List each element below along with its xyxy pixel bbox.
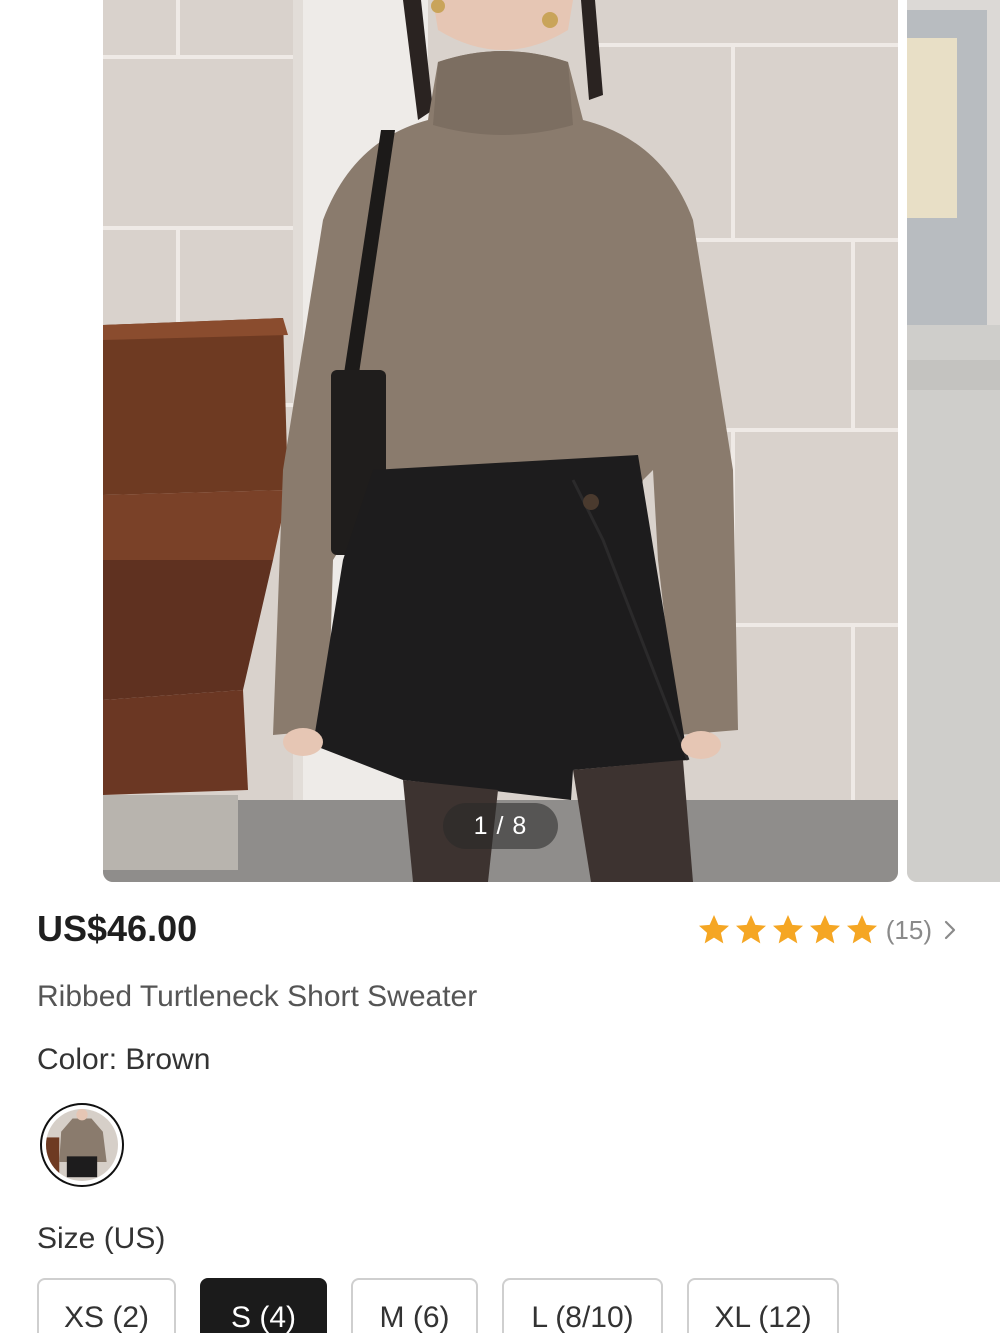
- size-option-l[interactable]: L (8/10): [502, 1278, 663, 1333]
- size-selector-label: Size (US): [37, 1222, 166, 1255]
- color-label-text: Color:: [37, 1043, 118, 1076]
- product-image-gallery[interactable]: 1 / 8: [0, 0, 1000, 882]
- color-swatch-thumbnail: [46, 1109, 118, 1181]
- rating-stars: [696, 912, 880, 948]
- next-product-photo-peek[interactable]: [907, 0, 1000, 882]
- size-option-s-selected[interactable]: S (4): [200, 1278, 327, 1333]
- swatch-photo: [46, 1109, 118, 1181]
- color-swatch-brown[interactable]: [40, 1103, 124, 1187]
- image-counter: 1 / 8: [443, 803, 558, 849]
- star-icon: [698, 915, 729, 944]
- product-title: Ribbed Turtleneck Short Sweater: [37, 980, 478, 1013]
- color-selector-label: Color: Brown: [37, 1043, 210, 1077]
- product-photo[interactable]: [103, 0, 898, 882]
- rating-summary[interactable]: (15): [696, 910, 960, 950]
- review-count: (15): [885, 914, 932, 945]
- next-photo-illustration: [907, 0, 1000, 882]
- size-option-xs[interactable]: XS (2): [37, 1278, 176, 1333]
- star-icon: [772, 915, 803, 944]
- star-icon: [846, 915, 877, 944]
- star-icon: [735, 915, 766, 944]
- product-price: US$46.00: [37, 908, 198, 949]
- chevron-right-icon: [944, 920, 956, 940]
- selected-color-value: Brown: [125, 1043, 211, 1076]
- product-photo-illustration: [103, 0, 898, 882]
- size-option-xl[interactable]: XL (12): [687, 1278, 839, 1333]
- star-icon: [809, 915, 840, 944]
- size-option-m[interactable]: M (6): [351, 1278, 478, 1333]
